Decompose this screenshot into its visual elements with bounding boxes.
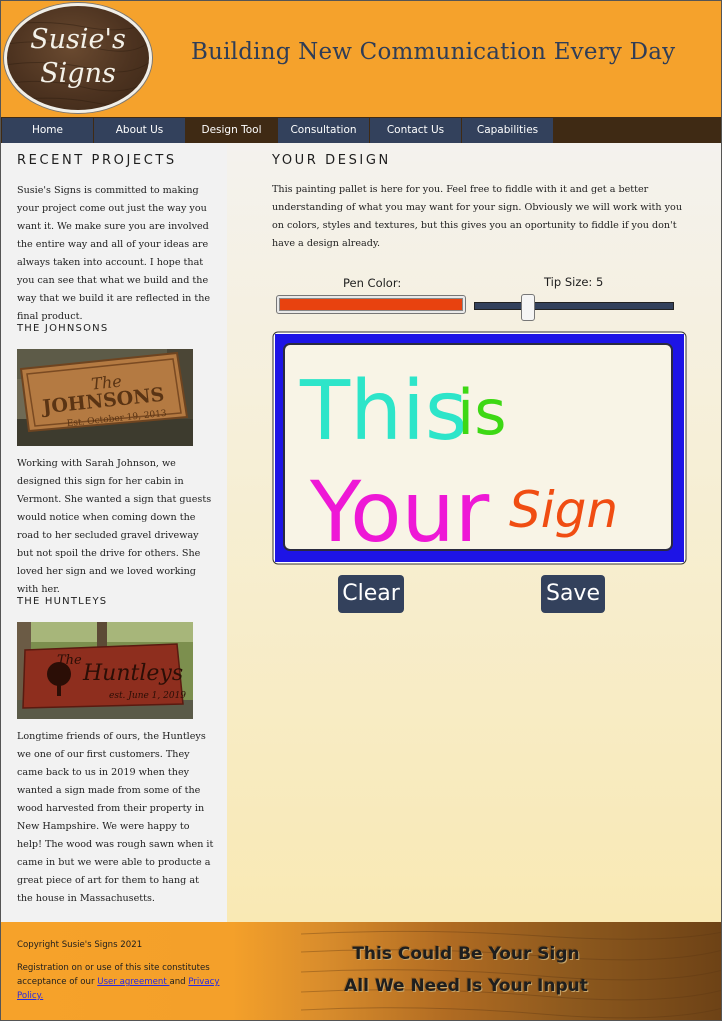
tip-size-slider-thumb[interactable] xyxy=(521,294,535,321)
wood-grain-texture xyxy=(301,930,721,1019)
recent-projects-intro: Susie's Signs is committed to making you… xyxy=(17,185,211,322)
footer-slogan-line-2: All We Need Is Your Input xyxy=(344,976,588,996)
nav-about-us[interactable]: About Us xyxy=(94,118,185,143)
your-design-heading: YOUR DESIGN xyxy=(272,153,391,168)
johnsons-heading: THE JOHNSONS xyxy=(17,323,109,334)
canvas-text-is: is xyxy=(457,376,507,449)
nav-contact-us[interactable]: Contact Us xyxy=(370,118,461,143)
logo-line-2: Signs xyxy=(40,58,116,89)
recent-projects-heading: RECENT PROJECTS xyxy=(17,153,177,168)
pen-color-label: Pen Color: xyxy=(343,276,402,290)
pen-color-swatch xyxy=(279,298,463,311)
huntleys-sign-photo: The Huntleys est. June 1, 2019 xyxy=(17,622,193,719)
site-footer: Copyright Susie's Signs 2021 Registratio… xyxy=(1,922,721,1020)
tip-size-slider-track[interactable] xyxy=(474,302,674,310)
page: Susie's Signs Building New Communication… xyxy=(0,0,722,1021)
clear-button[interactable]: Clear xyxy=(338,575,404,613)
site-header: Susie's Signs Building New Communication… xyxy=(1,1,721,117)
huntleys-description: Longtime friends of ours, the Huntleys w… xyxy=(17,731,214,904)
huntleys-sign-text-1: The xyxy=(57,653,82,668)
tip-size-label: Tip Size: 5 xyxy=(544,275,604,289)
logo[interactable]: Susie's Signs xyxy=(4,3,152,113)
canvas-text-this: This xyxy=(299,364,468,459)
nav-design-tool[interactable]: Design Tool xyxy=(186,118,277,143)
huntleys-sign-text-2: Huntleys xyxy=(82,661,183,686)
huntleys-sign-text-3: est. June 1, 2019 xyxy=(109,691,186,701)
main-nav: Home About Us Design Tool Consultation C… xyxy=(1,117,721,143)
nav-consultation[interactable]: Consultation xyxy=(278,118,369,143)
drawing-canvas[interactable]: This is Your Sign xyxy=(272,331,687,565)
tagline: Building New Communication Every Day xyxy=(191,39,676,65)
nav-home[interactable]: Home xyxy=(2,118,93,143)
nav-capabilities[interactable]: Capabilities xyxy=(462,118,553,143)
pen-color-picker[interactable] xyxy=(276,295,466,314)
recent-projects-sidebar: RECENT PROJECTS Susie's Signs is committ… xyxy=(1,143,227,922)
design-intro: This painting pallet is here for you. Fe… xyxy=(272,184,683,249)
save-button[interactable]: Save xyxy=(541,575,605,613)
canvas-text-your: Your xyxy=(309,463,490,561)
johnsons-sign-photo: The JOHNSONS Est. October 19, 2013 xyxy=(17,349,193,446)
design-tool-panel: YOUR DESIGN This painting pallet is here… xyxy=(227,143,721,922)
huntleys-heading: THE HUNTLEYS xyxy=(17,596,108,607)
johnsons-description: Working with Sarah Johnson, we designed … xyxy=(17,458,212,595)
logo-line-1: Susie's xyxy=(30,24,126,55)
footer-slogan-line-1: This Could Be Your Sign xyxy=(352,944,580,964)
canvas-text-sign: Sign xyxy=(509,481,618,539)
